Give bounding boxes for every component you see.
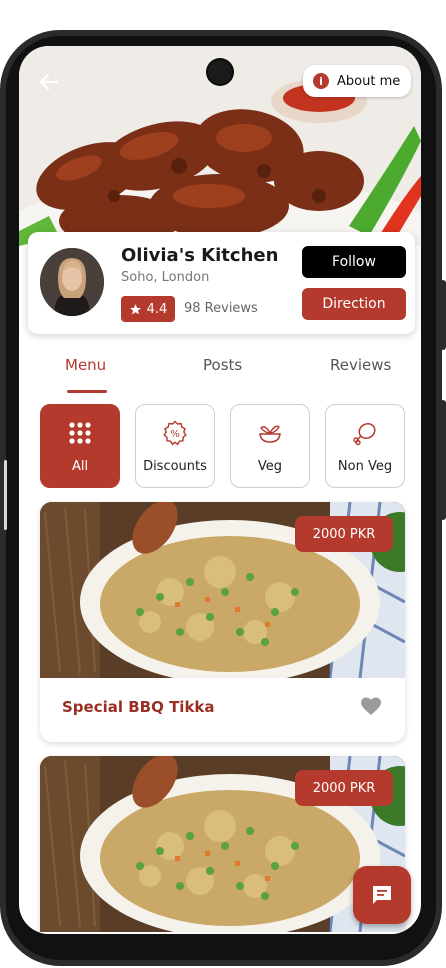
volume-button (440, 280, 446, 350)
tab-bar: Menu Posts Reviews (19, 352, 421, 393)
rating-value: 4.4 (146, 301, 168, 317)
veg-bowl-icon (231, 419, 309, 447)
chat-button[interactable] (353, 866, 411, 924)
chat-icon (373, 886, 391, 904)
category-non-veg[interactable]: Non Veg (325, 404, 405, 488)
direction-button[interactable]: Direction (302, 288, 406, 320)
tab-reviews[interactable]: Reviews (330, 356, 391, 374)
star-icon (129, 303, 141, 314)
reviews-count: 98 Reviews (184, 301, 258, 316)
category-veg[interactable]: Veg (230, 404, 310, 488)
grid-icon (41, 419, 119, 447)
category-all[interactable]: All (40, 404, 120, 488)
tab-posts[interactable]: Posts (203, 356, 242, 374)
discount-icon: % (136, 419, 214, 447)
restaurant-location: Soho, London (121, 270, 210, 285)
about-me-button[interactable]: i About me (303, 65, 411, 97)
menu-item-card[interactable]: 2000 PKR Special BBQ Tikka (40, 502, 405, 742)
category-label: Veg (257, 459, 283, 474)
restaurant-name: Olivia's Kitchen (121, 245, 279, 266)
favorite-heart-icon[interactable] (359, 694, 383, 718)
drumstick-icon (326, 419, 404, 447)
follow-button[interactable]: Follow (302, 246, 406, 278)
avatar (40, 248, 104, 316)
food-image: 2000 PKR (40, 502, 405, 678)
price-badge: 2000 PKR (295, 516, 393, 552)
back-arrow-icon (39, 73, 59, 91)
svg-text:%: % (170, 429, 180, 440)
active-tab-indicator (67, 390, 107, 393)
power-button (440, 400, 446, 520)
scroll-indicator (4, 460, 7, 530)
menu-item-title: Special BBQ Tikka (62, 698, 215, 716)
food-image: 2000 PKR (40, 756, 405, 932)
tab-menu[interactable]: Menu (65, 356, 106, 374)
price-badge: 2000 PKR (295, 770, 393, 806)
category-label: Non Veg (337, 459, 393, 474)
front-camera (208, 60, 232, 84)
category-label: All (71, 459, 89, 474)
category-label: Discounts (143, 459, 207, 474)
rating-badge: 4.4 (121, 296, 175, 322)
menu-item-card[interactable]: 2000 PKR (40, 756, 405, 934)
category-discounts[interactable]: % Discounts (135, 404, 215, 488)
profile-card: Olivia's Kitchen Soho, London 4.4 98 Rev… (28, 232, 415, 334)
about-me-label: About me (337, 73, 401, 89)
app-screen: i About me Olivia's Kitchen Soho, London… (19, 46, 421, 934)
info-icon: i (313, 73, 329, 89)
back-button[interactable] (35, 68, 63, 96)
